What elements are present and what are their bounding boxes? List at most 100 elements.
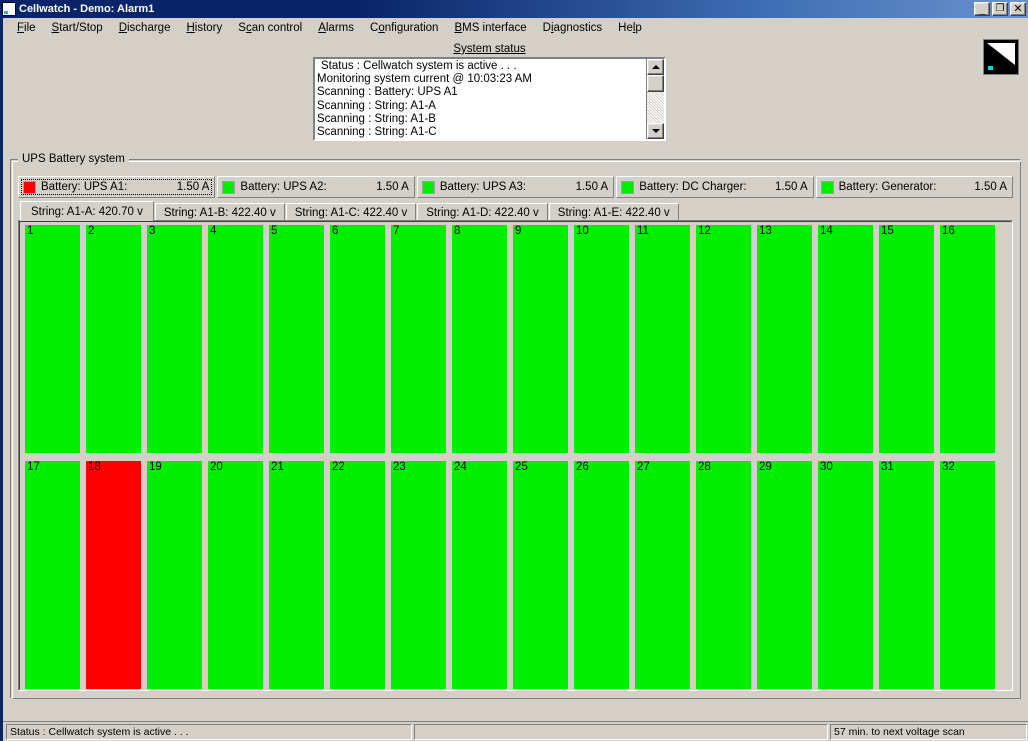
cell-row: 17 18 19 20 21 22 23 24 25 26 27 28 29 30 31 32 <box>25 461 1008 689</box>
menu-item-scan-control[interactable]: Scan control <box>230 19 310 37</box>
battery-tab-label: Battery: UPS A1: <box>41 181 128 193</box>
menu-item-alarms[interactable]: Alarms <box>310 19 362 37</box>
battery-tab-1[interactable]: Battery: UPS A1: 1.50 A <box>18 176 216 198</box>
scroll-down-arrow-icon <box>651 129 660 133</box>
battery-tab-strip: Battery: UPS A1: 1.50 A Battery: UPS A2: 1.… <box>18 176 1014 198</box>
title-bar: Cellwatch - Demo: Alarm1 _ ❐ ✕ <box>0 0 1028 18</box>
menu-item-configuration[interactable]: Configuration <box>362 19 446 37</box>
battery-tab-current-value: 1.50 A <box>176 181 210 193</box>
cell-number-label: 6 <box>332 225 339 237</box>
minimize-button[interactable]: _ <box>974 2 990 16</box>
battery-tab-4[interactable]: Battery: DC Charger: 1.50 A <box>616 176 814 198</box>
battery-cell-30[interactable]: 30 <box>818 461 873 689</box>
cell-number-label: 11 <box>637 225 649 237</box>
battery-cell-20[interactable]: 20 <box>208 461 263 689</box>
restore-button[interactable]: ❐ <box>992 2 1008 16</box>
string-tab-4[interactable]: String: A1-D: 422.40 v <box>417 203 548 221</box>
battery-cell-13[interactable]: 13 <box>757 225 812 453</box>
scroll-down-button[interactable] <box>647 123 664 139</box>
battery-cell-12[interactable]: 12 <box>696 225 751 453</box>
system-status-line: Monitoring system current @ 10:03:23 AM <box>317 73 532 86</box>
battery-tab-5[interactable]: Battery: Generator: 1.50 A <box>815 176 1014 198</box>
battery-tab-label: Battery: UPS A3: <box>439 181 527 193</box>
battery-cell-6[interactable]: 6 <box>330 225 385 453</box>
battery-cell-2[interactable]: 2 <box>86 225 141 453</box>
battery-cell-26[interactable]: 26 <box>574 461 629 689</box>
battery-tab-3[interactable]: Battery: UPS A3: 1.50 A <box>416 176 615 198</box>
battery-cell-17[interactable]: 17 <box>25 461 80 689</box>
scroll-up-button[interactable] <box>647 59 664 75</box>
string-tab-1[interactable]: String: A1-A: 420.70 v <box>20 201 154 221</box>
string-tab-3[interactable]: String: A1-C: 422.40 v <box>285 203 417 221</box>
battery-cell-9[interactable]: 9 <box>513 225 568 453</box>
battery-cell-14[interactable]: 14 <box>818 225 873 453</box>
menu-item-diagnostics[interactable]: Diagnostics <box>535 19 610 37</box>
battery-cell-18[interactable]: 18 <box>86 461 141 689</box>
cell-number-label: 17 <box>27 461 40 473</box>
ups-battery-system-group: UPS Battery system Battery: UPS A1: 1.50 … <box>10 152 1021 699</box>
cellwatch-logo-icon <box>2 2 16 16</box>
cell-number-label: 1 <box>27 225 34 237</box>
battery-cell-10[interactable]: 10 <box>574 225 629 453</box>
menu-item-start-stop[interactable]: Start/Stop <box>44 19 111 37</box>
menu-item-history[interactable]: History <box>178 19 230 37</box>
cell-number-label: 26 <box>576 461 589 473</box>
battery-tab-current-value: 1.50 A <box>575 181 609 193</box>
battery-status-led-icon <box>621 180 635 194</box>
battery-cell-7[interactable]: 7 <box>391 225 446 453</box>
battery-cell-22[interactable]: 22 <box>330 461 385 689</box>
battery-cell-24[interactable]: 24 <box>452 461 507 689</box>
close-button[interactable]: ✕ <box>1010 2 1026 16</box>
cellwatch-brand-logo <box>983 39 1019 75</box>
scroll-track[interactable] <box>647 92 664 123</box>
battery-cell-8[interactable]: 8 <box>452 225 507 453</box>
window-controls: _ ❐ ✕ <box>974 2 1026 16</box>
minimize-icon: _ <box>978 4 986 16</box>
menu-item-help[interactable]: Help <box>610 19 650 37</box>
battery-cell-31[interactable]: 31 <box>879 461 934 689</box>
string-tab-label: String: A1-D: 422.40 v <box>426 206 539 219</box>
cell-number-label: 20 <box>210 461 223 473</box>
battery-cell-5[interactable]: 5 <box>269 225 324 453</box>
cell-number-label: 21 <box>271 461 284 473</box>
status-bar: Status : Cellwatch system is active . . … <box>3 721 1028 741</box>
cell-number-label: 28 <box>698 461 711 473</box>
battery-cell-16[interactable]: 16 <box>940 225 995 453</box>
battery-cell-29[interactable]: 29 <box>757 461 812 689</box>
menu-item-file[interactable]: File <box>9 19 44 37</box>
cell-number-label: 15 <box>881 225 894 237</box>
battery-cell-28[interactable]: 28 <box>696 461 751 689</box>
system-status-scrollbar[interactable] <box>646 59 664 139</box>
battery-cell-11[interactable]: 11 <box>635 225 690 453</box>
cell-number-label: 22 <box>332 461 345 473</box>
battery-cell-32[interactable]: 32 <box>940 461 995 689</box>
cell-row: 1 2 3 4 5 6 7 8 9 10 11 12 13 14 15 16 <box>25 225 1008 453</box>
menu-item-discharge[interactable]: Discharge <box>111 19 179 37</box>
battery-cell-1[interactable]: 1 <box>25 225 80 453</box>
battery-cell-23[interactable]: 23 <box>391 461 446 689</box>
cell-number-label: 27 <box>637 461 650 473</box>
battery-tab-2[interactable]: Battery: UPS A2: 1.50 A <box>217 176 415 198</box>
cell-number-label: 3 <box>149 225 156 237</box>
scroll-thumb[interactable] <box>647 75 664 92</box>
battery-cell-15[interactable]: 15 <box>879 225 934 453</box>
battery-cell-19[interactable]: 19 <box>147 461 202 689</box>
battery-status-led-icon <box>222 180 236 194</box>
battery-cell-27[interactable]: 27 <box>635 461 690 689</box>
battery-cell-21[interactable]: 21 <box>269 461 324 689</box>
battery-status-led-icon <box>421 180 435 194</box>
cell-number-label: 12 <box>698 225 711 237</box>
battery-cell-25[interactable]: 25 <box>513 461 568 689</box>
cell-grid-panel: 1 2 3 4 5 6 7 8 9 10 11 12 13 14 15 16 17 18 19 20 21 22 23 24 2… <box>18 220 1013 691</box>
menu-item-bms-interface[interactable]: BMS interface <box>446 19 534 37</box>
string-tab-label: String: A1-A: 420.70 v <box>31 205 143 218</box>
cell-number-label: 31 <box>881 461 894 473</box>
string-tab-2[interactable]: String: A1-B: 422.40 v <box>154 203 285 221</box>
cell-number-label: 2 <box>88 225 95 237</box>
string-tab-5[interactable]: String: A1-E: 422.40 v <box>548 203 679 221</box>
restore-icon: ❐ <box>995 3 1005 14</box>
battery-status-led-icon <box>820 180 834 194</box>
system-status-line: Scanning : String: A1-C <box>317 126 437 139</box>
battery-cell-4[interactable]: 4 <box>208 225 263 453</box>
battery-cell-3[interactable]: 3 <box>147 225 202 453</box>
